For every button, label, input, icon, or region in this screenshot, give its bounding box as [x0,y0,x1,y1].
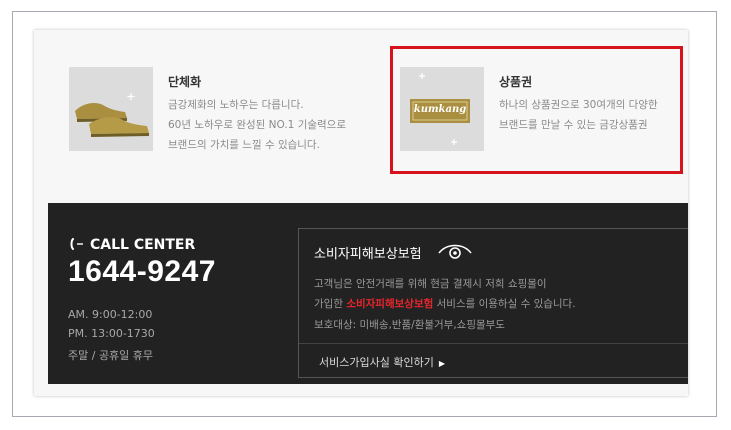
service-confirm-label: 서비스가입사실 확인하기 [319,356,434,369]
hours-line: 주말 / 공휴일 휴무 [68,349,154,362]
protection-text-line: 고객님은 안전거래를 위해 현금 결제시 저희 쇼핑몰이 [314,278,547,290]
call-center-label: CALL CENTER [70,237,195,253]
arrow-right-icon: ▶ [438,359,445,368]
call-center-number[interactable]: 1644-9247 [68,255,216,289]
eye-icon [437,243,473,265]
feature-desc-line: 60년 노하우로 완성된 NO.1 기술력으로 [168,119,347,131]
protection-text-line: 보호대상: 미배송,반품/환불거부,쇼핑몰부도 [314,319,505,331]
page-section: 단체화 금강제화의 노하우는 다릅니다. 60년 노하우로 완성된 NO.1 기… [34,30,688,396]
protection-text-suffix: 서비스를 이용하실 수 있습니다. [433,298,576,310]
protection-text-prefix: 가입한 [314,298,347,310]
protection-title: 소비자피해보상보험 [314,247,422,262]
call-center-text: CALL CENTER [90,237,196,253]
highlight-annotation-box [390,46,683,174]
feature-title: 단체화 [168,75,202,89]
feature-desc-line: 브랜드의 가치를 느낄 수 있습니다. [168,139,320,151]
hours-line: AM. 9:00-12:00 [68,308,153,321]
footer-info: CALL CENTER 1644-9247 AM. 9:00-12:00 PM.… [48,203,688,384]
protection-text-line: 가입한 소비자피해보상보험 서비스를 이용하실 수 있습니다. [314,296,576,311]
dress-shoes-icon [69,67,153,151]
protection-highlight: 소비자피해보상보험 [346,298,434,310]
feature-desc-line: 금강제화의 노하우는 다릅니다. [168,99,304,111]
service-confirm-link[interactable]: 서비스가입사실 확인하기 ▶ [319,354,445,370]
divider [299,343,688,344]
feature-description: 금강제화의 노하우는 다릅니다. 60년 노하우로 완성된 NO.1 기술력으로… [168,95,346,155]
feature-area: 단체화 금강제화의 노하우는 다릅니다. 60년 노하우로 완성된 NO.1 기… [34,30,688,204]
phone-icon [70,238,84,253]
consumer-protection-box: 소비자피해보상보험 고객님은 안전거래를 위해 현금 결제시 저희 쇼핑몰이 가… [298,228,688,378]
hours-line: PM. 13:00-1730 [68,327,155,340]
